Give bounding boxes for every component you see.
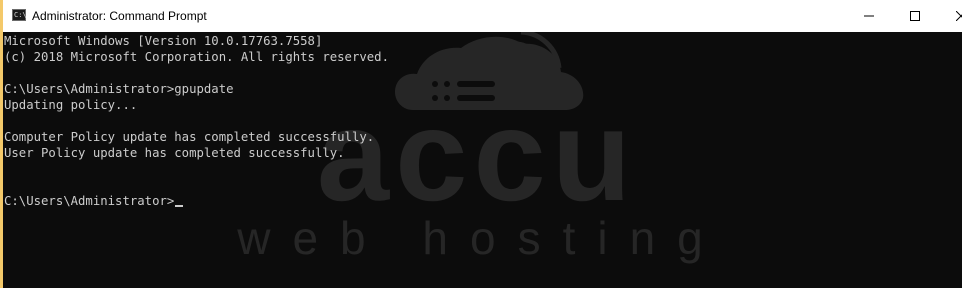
console-line: User Policy update has completed success… bbox=[4, 146, 345, 160]
console-prompt-line[interactable]: C:\Users\Administrator> bbox=[4, 193, 389, 209]
console-line: Microsoft Windows [Version 10.0.17763.75… bbox=[4, 34, 323, 48]
close-icon bbox=[956, 11, 962, 21]
window-title: Administrator: Command Prompt bbox=[32, 9, 207, 23]
maximize-button[interactable] bbox=[892, 0, 938, 32]
close-button[interactable] bbox=[938, 0, 962, 32]
console-line: (c) 2018 Microsoft Corporation. All righ… bbox=[4, 50, 389, 64]
console-line: C:\Users\Administrator>gpupdate bbox=[4, 82, 234, 96]
watermark-tagline: web hosting bbox=[236, 212, 725, 264]
console-text: Microsoft Windows [Version 10.0.17763.75… bbox=[4, 33, 389, 209]
console-line: Updating policy... bbox=[4, 98, 138, 112]
cmd-icon: C:\ bbox=[12, 9, 27, 21]
text-cursor bbox=[175, 205, 184, 207]
cmd-icon-glyph: C:\ bbox=[14, 11, 27, 19]
console-output[interactable]: accu web hosting Microsoft Windows [Vers… bbox=[3, 32, 962, 288]
minimize-button[interactable] bbox=[846, 0, 892, 32]
console-prompt: C:\Users\Administrator> bbox=[4, 194, 175, 208]
maximize-icon bbox=[910, 11, 920, 21]
title-bar[interactable]: C:\ Administrator: Command Prompt bbox=[3, 0, 962, 32]
minimize-icon bbox=[864, 15, 874, 17]
console-line: Computer Policy update has completed suc… bbox=[4, 130, 375, 144]
